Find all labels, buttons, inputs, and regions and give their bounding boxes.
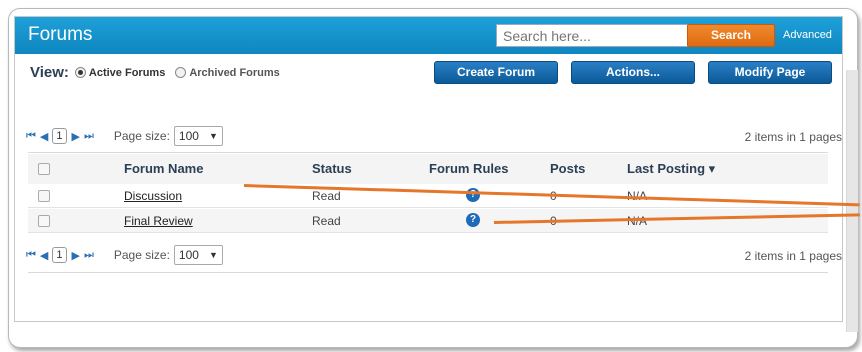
row-checkbox[interactable] [38,215,50,227]
first-page-icon[interactable]: ⏮ [26,249,36,262]
page-size-select[interactable]: 100 ▼ [173,245,223,265]
sort-desc-icon: ▾ [708,161,716,176]
col-posts[interactable]: Posts [550,161,585,176]
col-forum-rules[interactable]: Forum Rules [429,161,508,176]
first-page-icon[interactable]: ⏮ [26,130,36,143]
search-input[interactable] [496,24,692,47]
chevron-down-icon: ▼ [208,250,218,260]
view-selector: View: Active Forums Archived Forums [30,64,290,81]
divider [28,272,828,273]
active-forums-label[interactable]: Active Forums [89,67,165,79]
view-label: View: [30,64,69,81]
table-row: Final Review Read ? 0 N/A [28,209,828,233]
create-forum-button[interactable]: Create Forum [434,61,558,84]
col-forum-name[interactable]: Forum Name [124,161,203,176]
forum-name-link[interactable]: Discussion [124,189,182,203]
archived-forums-radio[interactable] [175,67,187,78]
last-page-icon[interactable]: ⏭ [84,249,94,262]
forum-status: Read [312,214,341,228]
next-page-icon[interactable]: ▶ [72,130,80,143]
chevron-down-icon: ▼ [208,131,218,141]
next-page-icon[interactable]: ▶ [72,249,80,262]
archived-forums-label[interactable]: Archived Forums [189,67,279,79]
actions-button[interactable]: Actions... [571,61,695,84]
last-page-icon[interactable]: ⏭ [84,130,94,143]
page-size-label: Page size: [113,129,170,143]
prev-page-icon[interactable]: ◀ [40,249,48,262]
page-size-value: 100 [178,129,199,143]
table-row: Discussion Read ? 0 N/A [28,184,828,208]
search-button[interactable]: Search [687,24,775,47]
page-title: Forums [28,24,93,45]
divider [28,152,828,153]
col-last-posting-label: Last Posting [627,161,706,176]
pager-top: ⏮ ◀ 1 ▶ ⏭ Page size: 100 ▼ [26,124,223,148]
scrollbar[interactable] [846,70,858,332]
col-last-posting[interactable]: Last Posting ▾ [627,161,715,177]
table-header: Forum Name Status Forum Rules Posts Last… [28,154,828,184]
forum-status: Read [312,189,341,203]
prev-page-icon[interactable]: ◀ [40,130,48,143]
active-forums-radio[interactable] [74,67,86,78]
forums-header: Forums Search Advanced [15,17,842,54]
forum-name-link[interactable]: Final Review [124,214,193,228]
page-size-select[interactable]: 100 ▼ [173,126,223,146]
page-size-label: Page size: [113,248,170,262]
select-all-checkbox[interactable] [38,163,50,175]
help-icon[interactable]: ? [466,213,480,227]
page-size-value: 100 [178,248,199,262]
modify-page-button[interactable]: Modify Page [708,61,832,84]
current-page[interactable]: 1 [52,128,67,144]
pager-bottom: ⏮ ◀ 1 ▶ ⏭ Page size: 100 ▼ [26,243,223,267]
items-summary-bottom: 2 items in 1 pages [744,249,842,263]
advanced-search-link[interactable]: Advanced [783,29,832,41]
items-summary-top: 2 items in 1 pages [744,130,842,144]
col-status[interactable]: Status [312,161,352,176]
row-checkbox[interactable] [38,190,50,202]
current-page[interactable]: 1 [52,247,67,263]
